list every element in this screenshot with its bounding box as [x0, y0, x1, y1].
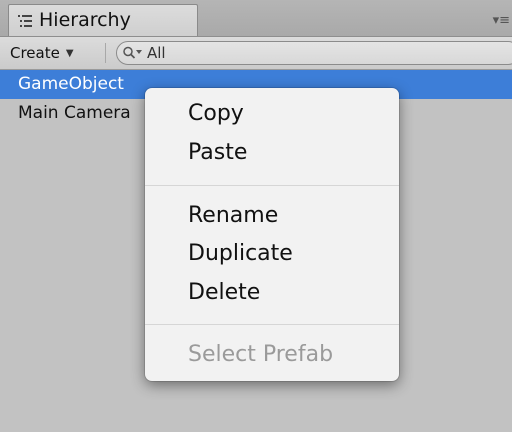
hierarchy-item-label: GameObject: [18, 74, 124, 94]
tab-title: Hierarchy: [39, 9, 131, 31]
tab-hierarchy[interactable]: Hierarchy: [8, 4, 198, 36]
panel-menu-icon[interactable]: ▾≡: [493, 14, 510, 27]
hierarchy-panel: Hierarchy ▾≡ Create ▼ GameObject Main Cam…: [0, 0, 512, 432]
menu-item-select-prefab: Select Prefab: [188, 342, 334, 367]
menu-item-paste[interactable]: Paste: [188, 140, 247, 166]
menu-item-duplicate[interactable]: Duplicate: [188, 241, 293, 267]
context-menu: Copy Paste Rename Duplicate Delete Selec…: [145, 88, 399, 381]
create-button-label: Create: [10, 44, 60, 62]
search-input[interactable]: [147, 43, 507, 63]
search-icon: [123, 46, 142, 59]
menu-separator: [145, 185, 399, 186]
toolbar: Create ▼: [0, 37, 512, 70]
search-field[interactable]: [116, 41, 512, 65]
menu-item-rename[interactable]: Rename: [188, 203, 278, 229]
menu-item-copy[interactable]: Copy: [188, 101, 244, 127]
create-button[interactable]: Create ▼: [8, 41, 106, 65]
menu-separator: [145, 324, 399, 325]
menu-item-delete[interactable]: Delete: [188, 280, 260, 306]
toolbar-divider: [105, 43, 106, 63]
hierarchy-item-label: Main Camera: [18, 103, 131, 123]
chevron-down-icon: ▼: [65, 48, 74, 59]
list-icon: [18, 15, 32, 27]
tab-strip: Hierarchy ▾≡: [0, 0, 512, 37]
